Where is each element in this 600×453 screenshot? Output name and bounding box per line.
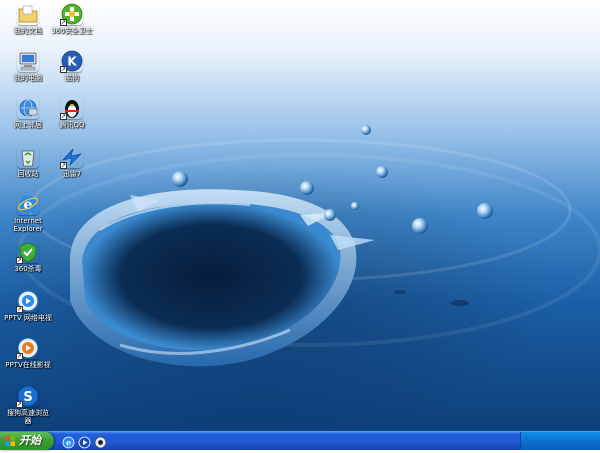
desktop-icon-label: 搜狗高速浏览器	[7, 409, 49, 425]
shortcut-arrow-icon: ↗	[16, 401, 23, 408]
desktop-icon-label: Internet Explorer	[13, 217, 43, 233]
desktop-icon-label: 网上邻居	[14, 121, 42, 129]
desktop-icon[interactable]: ↗ 360安全卫士	[48, 3, 96, 35]
shortcut-arrow-icon: ↗	[60, 19, 67, 26]
desktop-icon-label: 酷狗	[65, 74, 79, 82]
svg-text:e: e	[66, 438, 71, 448]
shortcut-arrow-icon: ↗	[16, 306, 23, 313]
desktop-icon[interactable]: 我的文档	[4, 3, 52, 35]
desktop-icon-label: 腾讯QQ	[59, 121, 85, 129]
shortcut-arrow-icon: ↗	[16, 353, 23, 360]
shield-plus-icon: ↗	[60, 3, 83, 26]
media-player-quicklaunch-icon[interactable]	[78, 434, 91, 449]
sogou-browser-icon: S ↗	[16, 385, 39, 408]
my-computer-icon	[17, 50, 39, 72]
desktop-icon[interactable]: 我的电脑	[4, 50, 52, 82]
network-neighborhood-icon	[17, 97, 39, 119]
pptv-tv-icon: ↗	[16, 290, 39, 313]
recycle-bin-icon	[17, 146, 39, 168]
desktop-icon-label: PPTV在线影视	[5, 361, 51, 369]
windows-flag-icon	[5, 436, 15, 446]
start-button[interactable]: 开始	[0, 432, 54, 450]
desktop-icon[interactable]: ↗ 腾讯QQ	[48, 97, 96, 129]
desktop-icon-label: 迅雷7	[62, 170, 82, 178]
taskbar: 开始 e	[0, 431, 600, 450]
shortcut-arrow-icon: ↗	[60, 162, 67, 169]
desktop-icon[interactable]: ↗ PPTV在线影视	[4, 337, 52, 369]
svg-text:S: S	[23, 390, 32, 405]
shortcut-arrow-icon: ↗	[60, 113, 67, 120]
internet-explorer-icon: e	[17, 193, 39, 215]
start-label: 开始	[19, 434, 41, 447]
desktop-icon[interactable]: 网上邻居	[4, 97, 52, 129]
desktop-icon-label: PPTV 网络电视	[4, 314, 52, 322]
desktop-icon[interactable]: ↗ 迅雷7	[48, 146, 96, 178]
antivirus-shield-icon: ↗	[16, 241, 39, 264]
desktop-icon-label: 我的电脑	[14, 74, 42, 82]
thunder-bird-icon: ↗	[60, 146, 83, 169]
folder-documents-icon	[17, 3, 39, 25]
shortcut-arrow-icon: ↗	[16, 257, 23, 264]
system-tray	[520, 432, 600, 450]
desktop: 我的文档 ↗ 360安全卫士 我的电脑 K ↗ 酷狗 网上邻居 ↗ 腾讯QQ 回收站 ↗ 迅雷7 e Int…	[0, 0, 600, 431]
svg-text:K: K	[67, 55, 77, 69]
desktop-icon[interactable]: ↗ 360杀毒	[4, 241, 52, 273]
qq-penguin-icon: ↗	[60, 97, 83, 120]
desktop-icon-label: 360杀毒	[14, 265, 42, 273]
desktop-icon[interactable]: ↗ PPTV 网络电视	[4, 290, 52, 322]
desktop-icon-label: 我的文档	[14, 27, 42, 35]
desktop-icon[interactable]: K ↗ 酷狗	[48, 50, 96, 82]
pptv-movie-icon: ↗	[16, 337, 39, 360]
desktop-icon[interactable]: 回收站	[4, 146, 52, 178]
ie-quicklaunch-icon[interactable]: e	[62, 434, 75, 449]
desktop-icon-label: 回收站	[17, 170, 39, 178]
qq-player-quicklaunch-icon[interactable]	[94, 434, 107, 449]
desktop-icon[interactable]: S ↗ 搜狗高速浏览器	[4, 385, 52, 425]
desktop-icon-label: 360安全卫士	[51, 27, 93, 35]
desktop-icon[interactable]: e Internet Explorer	[4, 193, 52, 233]
shortcut-arrow-icon: ↗	[60, 66, 67, 73]
kugou-music-icon: K ↗	[60, 50, 83, 73]
